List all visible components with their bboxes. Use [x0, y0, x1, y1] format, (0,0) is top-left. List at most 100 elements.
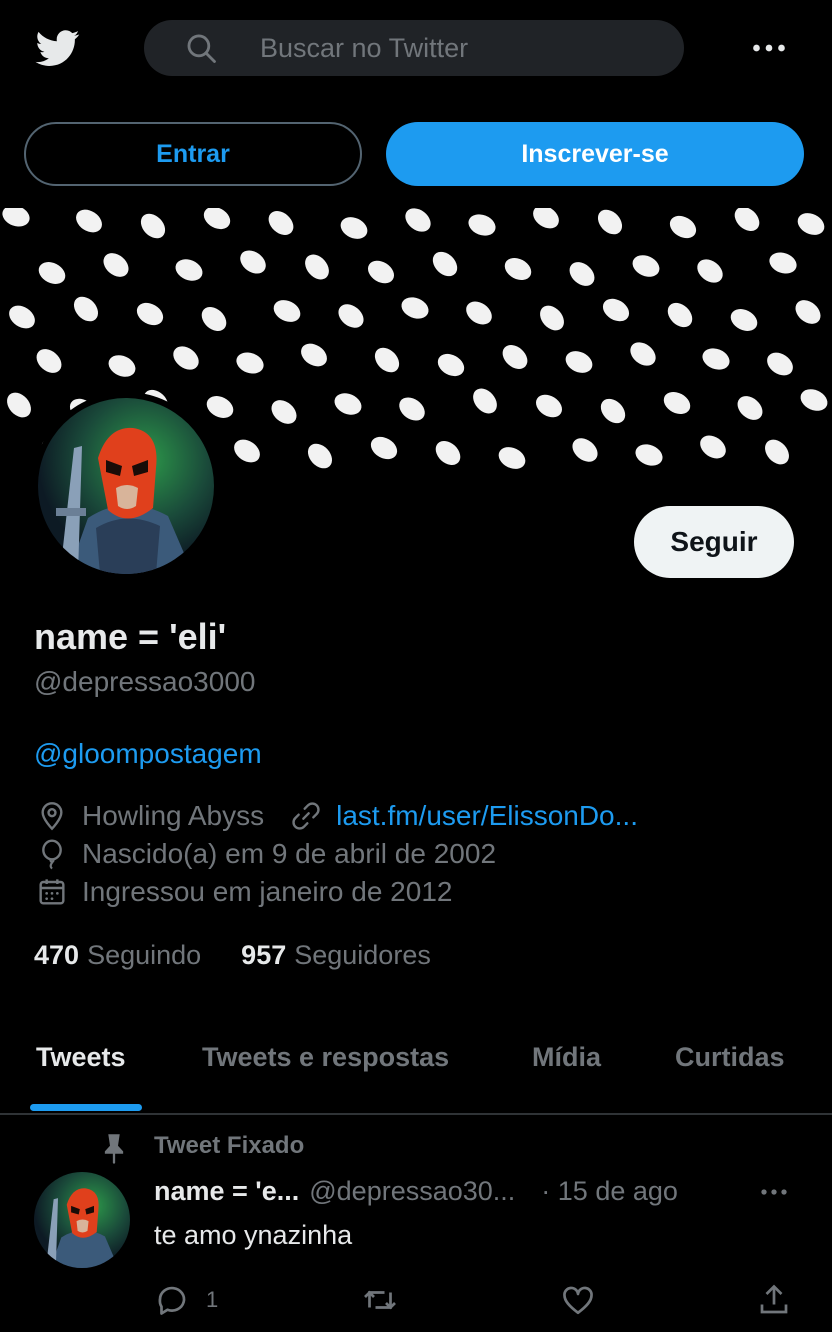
- banner-dot: [140, 213, 166, 239]
- banner-dot: [338, 304, 364, 328]
- reply-action[interactable]: 1: [154, 1282, 218, 1318]
- search-input[interactable]: [258, 31, 662, 65]
- location-icon: [41, 802, 63, 831]
- tab-tweets-replies[interactable]: Tweets e respostas: [202, 1042, 449, 1073]
- like-action[interactable]: [560, 1282, 596, 1318]
- tweet-avatar[interactable]: [34, 1172, 130, 1268]
- pinned-tweet-label: Tweet Fixado: [154, 1132, 305, 1159]
- banner-dot: [374, 347, 400, 373]
- banner-dot: [473, 388, 497, 414]
- following-count: 470: [34, 940, 80, 970]
- search-icon: [187, 34, 216, 63]
- banner-dot: [334, 393, 362, 415]
- pin-icon: [100, 1132, 128, 1164]
- followers-count: 957: [241, 940, 287, 970]
- tweet-time[interactable]: · 15 de ago: [541, 1176, 678, 1207]
- banner-dot: [201, 306, 227, 332]
- banner-dot: [405, 208, 431, 232]
- banner-dot: [399, 397, 425, 421]
- banner-dot: [602, 298, 630, 322]
- banner-dot: [206, 396, 234, 418]
- profile-birthday-row: Nascido(a) em 9 de abril de 2002: [36, 838, 496, 870]
- banner-dot: [569, 262, 595, 286]
- profile-joined: Ingressou em janeiro de 2012: [82, 876, 453, 907]
- tab-divider: [0, 1113, 832, 1115]
- tab-likes[interactable]: Curtidas: [675, 1042, 785, 1073]
- banner-dot: [240, 250, 266, 274]
- banner-dot: [307, 443, 333, 469]
- banner-dot: [36, 349, 62, 373]
- banner-dot: [632, 255, 660, 277]
- follow-stats: 470 Seguindo 957 Seguidores: [34, 940, 471, 971]
- reply-count: 1: [206, 1287, 219, 1312]
- banner-dot: [572, 438, 598, 462]
- banner-dot: [600, 398, 626, 424]
- banner-dot: [136, 302, 164, 326]
- more-dots-icon[interactable]: [748, 30, 790, 66]
- banner-dot: [630, 342, 656, 366]
- banner-dot: [533, 208, 559, 229]
- banner-dot: [108, 355, 136, 377]
- active-tab-indicator: [30, 1104, 142, 1111]
- banner-dot: [432, 251, 458, 277]
- link-icon: [292, 802, 320, 830]
- banner-dot: [767, 352, 793, 376]
- search-bar[interactable]: [144, 20, 684, 76]
- banner-dot: [301, 343, 327, 367]
- banner-dot: [271, 400, 297, 424]
- share-icon: [760, 1284, 788, 1314]
- follow-button[interactable]: Seguir: [634, 506, 794, 578]
- banner-dot: [73, 296, 99, 322]
- banner-dot: [370, 436, 398, 460]
- banner-dot: [730, 309, 758, 331]
- profile-meta-row: Howling Abyss last.fm/user/ElissonDo...: [36, 800, 816, 832]
- banner-dot: [765, 439, 789, 465]
- banner-dot: [468, 214, 496, 236]
- balloon-icon: [42, 839, 62, 870]
- banner-dot: [504, 257, 532, 281]
- login-button[interactable]: Entrar: [24, 122, 362, 186]
- retweet-action[interactable]: [362, 1282, 398, 1318]
- banner-dot: [734, 208, 760, 232]
- profile-handle: @depressao3000: [34, 666, 256, 697]
- banner-dot: [203, 208, 231, 230]
- banner-dot: [502, 345, 528, 369]
- banner-dot: [401, 297, 429, 319]
- tab-media[interactable]: Mídia: [532, 1042, 601, 1073]
- tab-tweets[interactable]: Tweets: [36, 1042, 126, 1073]
- profile-avatar[interactable]: [38, 398, 214, 574]
- banner-dot: [700, 435, 726, 459]
- banner-dot: [795, 300, 821, 324]
- banner-dot: [535, 394, 563, 418]
- banner-dot: [769, 252, 797, 274]
- bio-mention-link[interactable]: @gloompostagem: [34, 738, 262, 770]
- tweet-more-icon[interactable]: [756, 1180, 792, 1204]
- banner-dot: [800, 389, 828, 411]
- tweet-author-name[interactable]: name = 'e...: [154, 1176, 299, 1207]
- banner-dot: [175, 259, 203, 281]
- banner-dot: [498, 447, 526, 469]
- heart-icon: [563, 1286, 593, 1315]
- followers-stat[interactable]: 957 Seguidores: [241, 940, 431, 971]
- signup-button[interactable]: Inscrever-se: [386, 122, 804, 186]
- banner-dot: [697, 259, 723, 283]
- retweet-icon: [364, 1290, 396, 1310]
- share-action[interactable]: [756, 1282, 792, 1318]
- profile-location: Howling Abyss: [82, 800, 265, 831]
- profile-website-link[interactable]: last.fm/user/ElissonDo...: [336, 800, 638, 832]
- banner-dot: [702, 348, 730, 370]
- banner-dot: [2, 208, 30, 227]
- calendar-icon: [39, 879, 65, 905]
- following-label: Seguindo: [87, 940, 202, 970]
- profile-joined-row: Ingressou em janeiro de 2012: [36, 876, 452, 908]
- twitter-bird-icon[interactable]: [32, 26, 84, 70]
- profile-birthday: Nascido(a) em 9 de abril de 2002: [82, 838, 497, 869]
- banner-dot: [273, 300, 301, 322]
- tweet-author-handle[interactable]: @depressao30...: [309, 1176, 515, 1207]
- banner-dot: [466, 301, 492, 325]
- following-stat[interactable]: 470 Seguindo: [34, 940, 201, 971]
- reply-icon: [158, 1286, 186, 1315]
- followers-label: Seguidores: [294, 940, 431, 970]
- banner-dot: [305, 254, 329, 280]
- banner-dot: [437, 353, 465, 377]
